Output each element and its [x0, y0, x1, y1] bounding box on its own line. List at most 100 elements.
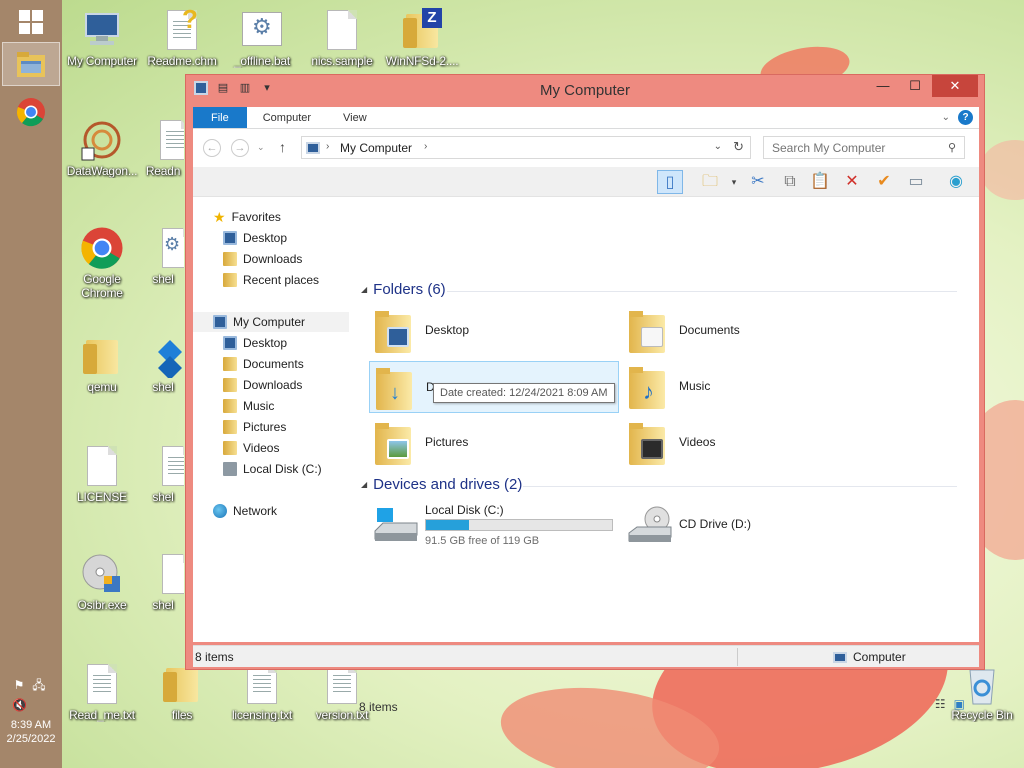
recent-locations-chevron-icon[interactable]: ⌄: [257, 142, 265, 153]
nav-my-computer[interactable]: My Computer: [193, 312, 349, 332]
cd-drive-icon: [627, 503, 672, 547]
taskbar-file-explorer[interactable]: [2, 42, 60, 86]
delete-icon[interactable]: ✕: [839, 170, 865, 194]
network-icon[interactable]: 🖧: [32, 678, 46, 692]
drive-local-disk[interactable]: Local Disk (C:) 91.5 GB free of 119 GB: [369, 499, 619, 551]
nav-desktop[interactable]: Desktop: [223, 333, 287, 353]
breadcrumb-my-computer[interactable]: My Computer: [340, 141, 412, 155]
nav-recent-places[interactable]: Recent places: [223, 270, 319, 290]
up-button[interactable]: ↑: [279, 139, 286, 155]
desktop-icon-shel-2[interactable]: shel: [142, 334, 184, 394]
title-bar[interactable]: ▤ ▥ ▾ My Computer — ☐ ✕: [186, 75, 984, 103]
shortcut-icon: [142, 334, 184, 380]
help-icon[interactable]: ?: [958, 110, 973, 125]
search-icon[interactable]: ⚲: [948, 141, 956, 154]
folder-desktop[interactable]: Desktop: [369, 305, 619, 357]
desktop-icon-shel-4[interactable]: shel: [142, 552, 184, 612]
batch-file-icon: ⚙: [240, 8, 284, 52]
expand-ribbon-chevron-icon[interactable]: ⌄: [942, 112, 950, 123]
taskbar-chrome[interactable]: [2, 90, 60, 134]
nav-documents[interactable]: Documents: [223, 354, 304, 374]
group-divider: [447, 291, 957, 292]
nav-local-disk[interactable]: Local Disk (C:): [223, 459, 322, 479]
nav-music[interactable]: Music: [223, 396, 274, 416]
folder-documents[interactable]: Documents: [623, 305, 873, 357]
cut-icon[interactable]: ✂: [745, 170, 771, 194]
folder-music[interactable]: ♪ Music: [623, 361, 873, 413]
desktop-icon-winnfsd[interactable]: Z WinNFSd-2....: [382, 8, 462, 68]
nav-favorites[interactable]: ★ Favorites: [213, 207, 281, 227]
desktop-icon-google-chrome[interactable]: Google Chrome: [62, 226, 142, 300]
close-button[interactable]: ✕: [932, 75, 978, 97]
desktop-icon-datawagon[interactable]: DataWagon...: [62, 118, 142, 178]
address-dropdown-chevron-icon[interactable]: ⌄: [714, 141, 722, 152]
desktop-icon-shel-3[interactable]: shel: [142, 444, 184, 504]
nav-fav-downloads[interactable]: Downloads: [223, 249, 302, 269]
nav-downloads[interactable]: Downloads: [223, 375, 302, 395]
nav-network[interactable]: Network: [213, 501, 277, 521]
desktop-icon-offline-bat[interactable]: ⚙ _offline.bat: [222, 8, 302, 68]
downloads-folder-icon: [223, 378, 237, 392]
collapse-chevron-icon[interactable]: ◢: [361, 285, 367, 294]
desktop-icon-licensing-txt[interactable]: licensing.txt: [222, 662, 302, 722]
music-folder-icon: ♪: [627, 365, 667, 409]
explorer-body: ★ Favorites Desktop Downloads Recent plac…: [193, 197, 979, 714]
desktop-icon-readn[interactable]: Readn: [142, 118, 184, 178]
desktop-icon-license[interactable]: LICENSE: [62, 444, 142, 504]
folder-videos[interactable]: Videos: [623, 417, 873, 469]
item-count: 8 items: [359, 700, 398, 714]
search-box[interactable]: ⚲: [763, 136, 965, 159]
desktop-icon-qemu[interactable]: qemu: [62, 334, 142, 394]
refresh-icon[interactable]: ↻: [733, 139, 744, 155]
desktop-icon-files[interactable]: files: [142, 662, 222, 722]
flag-error-icon[interactable]: ⚑: [12, 678, 26, 692]
folder-options-icon[interactable]: 🗀: [697, 170, 723, 194]
folder-pictures[interactable]: Pictures: [369, 417, 619, 469]
help-file-icon: ?: [160, 4, 204, 52]
drive-cd[interactable]: CD Drive (D:): [623, 499, 873, 551]
maximize-button[interactable]: ☐: [900, 75, 930, 97]
paste-icon[interactable]: 📋: [807, 170, 833, 194]
collapse-chevron-icon[interactable]: ◢: [361, 480, 367, 489]
volume-muted-icon[interactable]: 🔇: [12, 698, 27, 712]
address-bar[interactable]: › My Computer › ⌄ ↻: [301, 136, 751, 159]
forward-button[interactable]: →: [231, 139, 249, 157]
tab-view[interactable]: View: [327, 107, 383, 128]
desktop-icon: [223, 231, 237, 245]
settings-file-icon: ⚙: [142, 226, 184, 270]
details-view-icon[interactable]: ☷: [935, 697, 946, 711]
start-button[interactable]: [2, 0, 60, 44]
nav-videos[interactable]: Videos: [223, 438, 279, 458]
shell-icon[interactable]: ◉: [943, 170, 969, 194]
minimize-button[interactable]: —: [868, 75, 898, 97]
search-input[interactable]: [772, 137, 942, 158]
preview-pane-icon[interactable]: ▯: [657, 170, 683, 194]
group-folders-header[interactable]: ◢ Folders (6): [361, 281, 446, 298]
check-icon[interactable]: ✔: [871, 170, 897, 194]
zip-folder-icon: Z: [400, 8, 444, 52]
desktop-icon-osibr-exe[interactable]: Osibr.exe: [62, 552, 142, 612]
desktop-icon-nics-sample[interactable]: nics.sample: [302, 8, 382, 68]
clock-time[interactable]: 8:39 AM: [0, 718, 62, 732]
desktop-icon-readme-chm[interactable]: ? Readme.chm: [142, 4, 222, 68]
group-divider: [523, 486, 957, 487]
large-icons-view-icon[interactable]: ▣: [954, 697, 965, 711]
group-drives-header[interactable]: ◢ Devices and drives (2): [361, 476, 522, 493]
back-button[interactable]: ←: [203, 139, 221, 157]
breadcrumb-separator-icon[interactable]: ›: [424, 141, 427, 152]
breadcrumb-separator-icon[interactable]: ›: [326, 141, 329, 152]
desktop-icon-read-me-txt[interactable]: Read_me.txt: [62, 662, 142, 722]
tab-computer[interactable]: Computer: [247, 107, 327, 128]
rename-icon[interactable]: ▭: [903, 170, 929, 194]
copy-icon[interactable]: ⧉: [777, 170, 803, 194]
nav-fav-desktop[interactable]: Desktop: [223, 228, 287, 248]
desktop-icon-my-computer[interactable]: My Computer: [62, 8, 142, 68]
view-buttons: ☷ ▣: [935, 697, 965, 711]
folder-options-chevron-icon[interactable]: ▾: [721, 170, 747, 194]
desktop-icon-recycle-bin[interactable]: Recycle Bin: [942, 662, 1022, 722]
tab-file[interactable]: File: [193, 107, 247, 128]
nav-pictures[interactable]: Pictures: [223, 417, 286, 437]
clock-date[interactable]: 2/25/2022: [0, 732, 62, 746]
desktop-icon-shel-1[interactable]: ⚙ shel: [142, 226, 184, 286]
window-title: My Computer: [539, 82, 631, 99]
